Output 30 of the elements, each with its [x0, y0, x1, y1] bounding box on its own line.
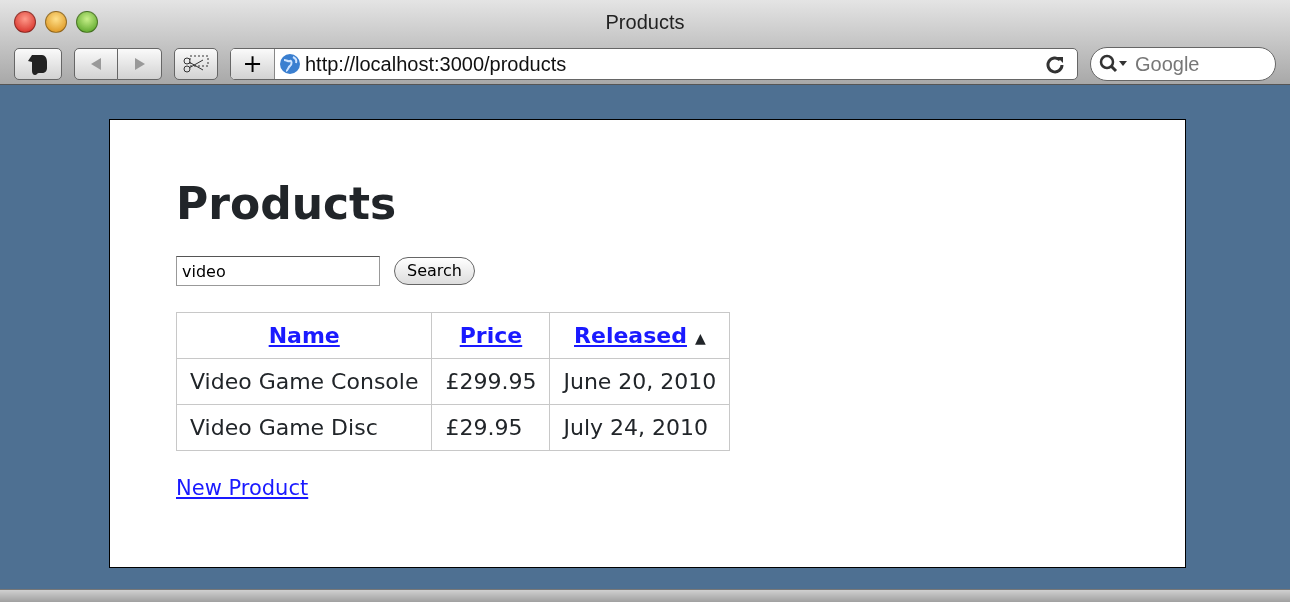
address-bar[interactable]: + http://localhost:3000/products — [230, 48, 1078, 80]
table-cell: Video Game Disc — [176, 404, 432, 451]
sort-link[interactable]: Released — [574, 323, 687, 348]
url-text: http://localhost:3000/products — [305, 52, 568, 77]
right-arrow-icon — [133, 57, 146, 71]
add-bookmark-button[interactable]: + — [231, 49, 275, 79]
sort-link[interactable]: Name — [268, 323, 340, 348]
sort-indicator: ▲ — [694, 330, 706, 346]
search-icon — [1099, 54, 1129, 74]
back-button[interactable] — [74, 48, 118, 80]
minimize-icon[interactable] — [45, 11, 67, 33]
table-cell: July 24, 2010 — [549, 404, 730, 451]
left-arrow-icon — [90, 57, 102, 71]
table-cell: Video Game Console — [176, 358, 432, 405]
search-input[interactable]: video — [176, 256, 380, 286]
close-icon[interactable] — [14, 11, 36, 33]
scissors-button[interactable] — [174, 48, 218, 80]
search-field[interactable]: Google — [1133, 48, 1253, 80]
forward-button[interactable] — [118, 48, 162, 80]
reload-icon[interactable] — [1045, 54, 1065, 74]
search-box[interactable]: Google — [1090, 47, 1276, 81]
window-title: Products — [605, 11, 685, 33]
page-heading: Products — [176, 182, 398, 226]
new-product-link[interactable]: New Product — [176, 473, 309, 505]
table-cell: £29.95 — [431, 404, 550, 451]
scissors-icon — [182, 54, 210, 74]
search-button[interactable]: Search — [394, 257, 475, 285]
table-cell: June 20, 2010 — [549, 358, 730, 405]
zoom-icon[interactable] — [76, 11, 98, 33]
table-cell: £299.95 — [431, 358, 550, 405]
